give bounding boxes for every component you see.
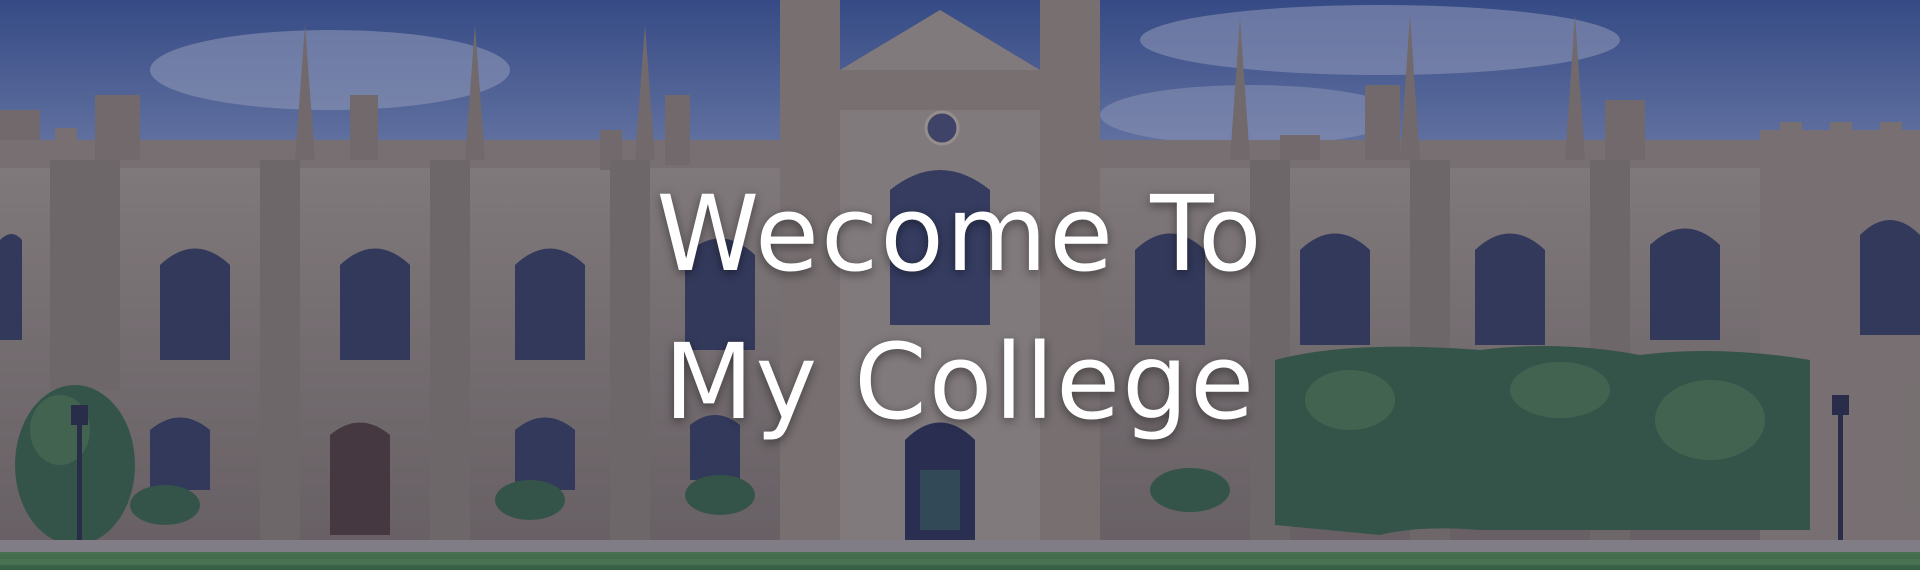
headline-line-2: My College (663, 321, 1257, 443)
hero-headline: Wecome To My College (0, 160, 1920, 456)
hero-banner: Wecome To My College (0, 0, 1920, 570)
headline-line-1: Wecome To (656, 173, 1264, 295)
